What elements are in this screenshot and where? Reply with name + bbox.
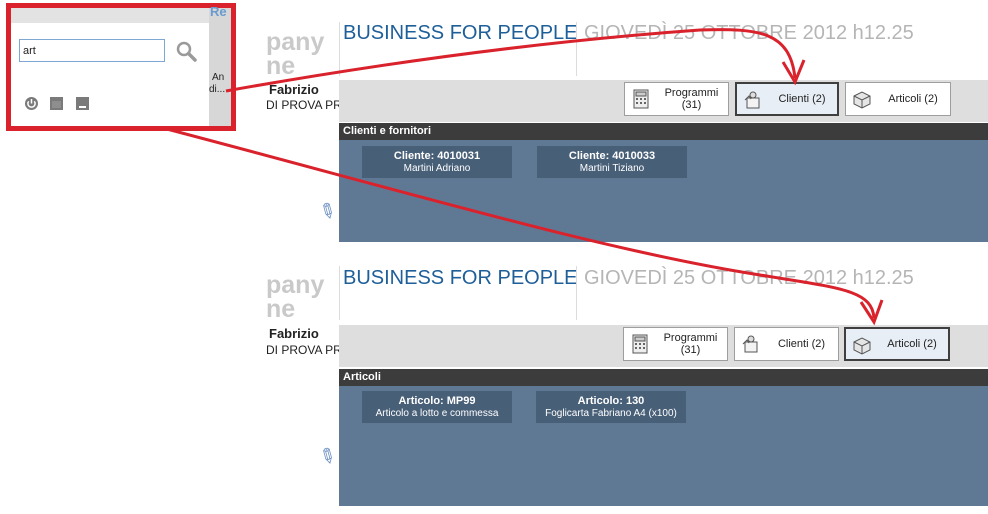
- card-subtitle: Martini Tiziano: [579, 163, 645, 174]
- card-subtitle: Martini Adriano: [403, 163, 471, 174]
- logo-line-2: ne: [266, 295, 296, 323]
- search-input[interactable]: [19, 39, 165, 62]
- logo-line-1: pany: [266, 271, 325, 299]
- search-icon[interactable]: [176, 41, 198, 63]
- date-label: GIOVEDÌ 25 OTTOBRE 2012 h12.25: [584, 267, 914, 289]
- panel-header: Articoli: [339, 369, 988, 386]
- date-label: GIOVEDÌ 25 OTTOBRE 2012 h12.25: [584, 22, 914, 44]
- card-title: Articolo: 130: [577, 395, 645, 407]
- clienti-label: Clienti (2): [777, 338, 826, 350]
- header-divider: [576, 22, 577, 76]
- side-text: Re: [210, 4, 227, 19]
- customer-icon: [742, 335, 758, 353]
- calculator-icon: [632, 334, 648, 354]
- minimize-icon[interactable]: [75, 96, 90, 111]
- customer-card[interactable]: Cliente: 4010033 Martini Tiziano: [537, 146, 687, 178]
- customer-card[interactable]: Cliente: 4010031 Martini Adriano: [362, 146, 512, 178]
- zoom-side-strip: Re An di...: [209, 4, 231, 126]
- user-company: DI PROVA PR: [266, 343, 342, 357]
- window-icon[interactable]: [49, 96, 64, 111]
- header-divider: [576, 266, 577, 320]
- logo-line-2: ne: [266, 52, 296, 80]
- pencil-icon[interactable]: ✎: [314, 441, 341, 471]
- articoli-button[interactable]: Articoli (2): [845, 82, 951, 116]
- results-panel: Cliente: 4010031 Martini Adriano Cliente…: [339, 140, 988, 242]
- articoli-button[interactable]: Articoli (2): [844, 327, 950, 361]
- programmi-button[interactable]: Programmi (31): [624, 82, 729, 116]
- programmi-button[interactable]: Programmi (31): [623, 327, 728, 361]
- card-title: Articolo: MP99: [398, 395, 476, 407]
- user-name: Fabrizio: [269, 82, 319, 97]
- clienti-button[interactable]: Clienti (2): [734, 327, 839, 361]
- power-icon[interactable]: [24, 96, 39, 111]
- results-panel: Articolo: MP99 Articolo a lotto e commes…: [339, 386, 988, 506]
- side-text: di...: [209, 84, 226, 95]
- card-subtitle: Foglicarta Fabriano A4 (x100): [545, 408, 677, 419]
- company-title: BUSINESS FOR PEOPLE: [343, 267, 578, 289]
- side-text: An: [212, 72, 225, 83]
- clienti-button[interactable]: Clienti (2): [735, 82, 839, 116]
- header-divider: [339, 22, 340, 76]
- box-icon: [853, 91, 871, 109]
- programmi-label: Programmi (31): [663, 332, 718, 356]
- card-title: Cliente: 4010031: [393, 150, 481, 162]
- calculator-icon: [633, 89, 649, 109]
- box-icon: [853, 337, 871, 355]
- zoom-top-bar: [11, 8, 231, 23]
- panel-header: Clienti e fornitori: [339, 123, 988, 140]
- company-title: BUSINESS FOR PEOPLE: [343, 22, 578, 44]
- customer-icon: [744, 91, 760, 109]
- article-card[interactable]: Articolo: MP99 Articolo a lotto e commes…: [362, 391, 512, 423]
- article-card[interactable]: Articolo: 130 Foglicarta Fabriano A4 (x1…: [536, 391, 686, 423]
- company-logo-fragment: pany ne: [266, 271, 325, 323]
- articoli-label: Articoli (2): [887, 338, 937, 350]
- articoli-label: Articoli (2): [888, 93, 938, 105]
- card-title: Cliente: 4010033: [568, 150, 656, 162]
- programmi-label: Programmi (31): [664, 87, 719, 111]
- user-name: Fabrizio: [269, 326, 319, 341]
- card-subtitle: Articolo a lotto e commessa: [375, 408, 499, 419]
- company-logo-fragment: pany ne: [266, 28, 325, 80]
- clienti-label: Clienti (2): [778, 93, 826, 105]
- zoom-callout: Re An di...: [6, 3, 236, 131]
- user-company: DI PROVA PR: [266, 98, 342, 112]
- pencil-icon[interactable]: ✎: [314, 196, 341, 226]
- logo-line-1: pany: [266, 28, 325, 56]
- header-divider: [339, 266, 340, 320]
